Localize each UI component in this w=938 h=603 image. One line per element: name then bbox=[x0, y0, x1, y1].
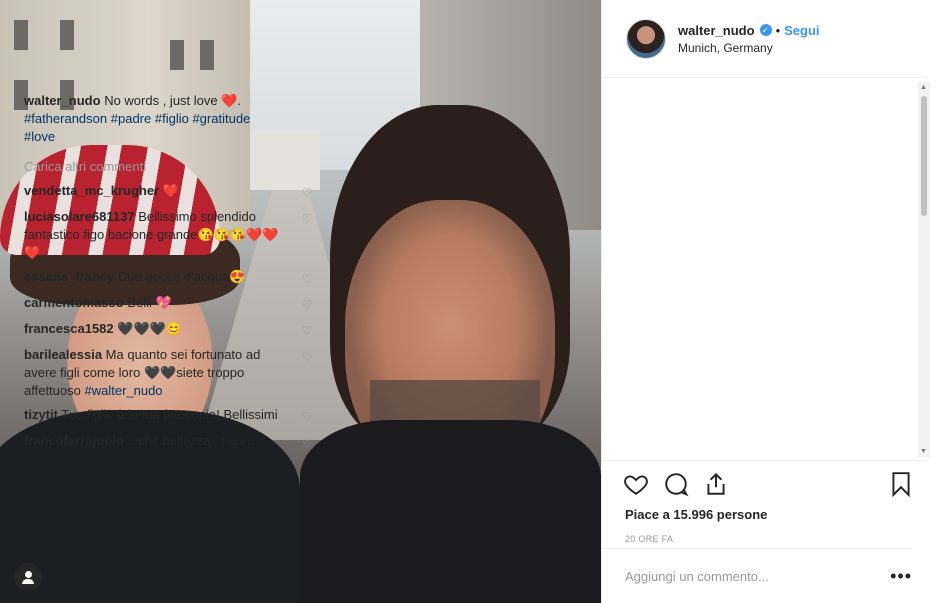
user-tag-icon[interactable] bbox=[14, 563, 42, 591]
load-more-comments-button[interactable]: Carica altri commenti bbox=[24, 158, 314, 176]
heart-icon[interactable] bbox=[623, 471, 649, 497]
comment-username[interactable]: tizytit bbox=[24, 407, 58, 422]
add-comment-bar: Aggiungi un commento... ••• bbox=[601, 548, 912, 603]
share-icon[interactable] bbox=[703, 471, 729, 497]
hashtag-link[interactable]: #gratitude bbox=[192, 111, 250, 126]
heart-outline-icon[interactable]: ♡ bbox=[300, 322, 314, 340]
separator-dot: • bbox=[775, 22, 781, 38]
comment-row: tizytit Tuo figlio è la tua fotocopia! B… bbox=[24, 406, 314, 426]
comment-text: ...che bellezza...padre bbox=[123, 433, 255, 448]
comment-username[interactable]: luciasolare681137 bbox=[24, 209, 135, 224]
comment-username[interactable]: barilealessia bbox=[24, 347, 102, 362]
comment-text: 🖤🖤🖤😊 bbox=[113, 321, 182, 336]
comment-text: ❤️ bbox=[159, 183, 179, 198]
hashtag-link[interactable]: #padre bbox=[111, 111, 151, 126]
likes-count[interactable]: Piace a 15.996 persone bbox=[601, 507, 926, 522]
heart-outline-icon[interactable]: ♡ bbox=[300, 296, 314, 314]
comment-row: francoferrajuolo ...che bellezza...padre… bbox=[24, 432, 314, 452]
user-tag-icon-head bbox=[24, 571, 32, 578]
photo-window bbox=[14, 20, 28, 50]
comment-username[interactable]: vendetta_mc_krugher bbox=[24, 183, 159, 198]
hashtag-link[interactable]: #figlio bbox=[155, 111, 189, 126]
post-caption: walter_nudo No words , just love ❤️. #fa… bbox=[24, 92, 314, 146]
comment-text: Tuo figlio è la tua fotocopia! Bellissim… bbox=[57, 407, 278, 422]
header-text: walter_nudo ✓ • Segui Munich, Germany bbox=[678, 23, 820, 55]
heart-outline-icon[interactable]: ♡ bbox=[300, 270, 314, 288]
photo-window bbox=[60, 20, 74, 50]
heart-outline-icon[interactable]: ♡ bbox=[300, 210, 314, 228]
comment-text: Belli 💖 bbox=[123, 295, 172, 310]
follow-button[interactable]: Segui bbox=[784, 23, 819, 38]
comment-row: essens_francy Due gocce d’acqua😍 ♡ bbox=[24, 268, 314, 288]
avatar[interactable] bbox=[626, 18, 666, 59]
add-comment-input[interactable]: Aggiungi un commento... bbox=[625, 569, 890, 584]
username-link[interactable]: walter_nudo bbox=[678, 23, 755, 38]
caption-username[interactable]: walter_nudo bbox=[24, 93, 101, 108]
caption-text: No words , just love bbox=[100, 93, 222, 108]
comment-text: Due gocce d’acqua😍 bbox=[114, 269, 246, 284]
heart-outline-icon[interactable]: ♡ bbox=[300, 408, 314, 426]
comment-username[interactable]: essens_francy bbox=[24, 269, 114, 284]
comment-bubble-icon[interactable] bbox=[663, 471, 689, 497]
photo-father-scarf bbox=[300, 420, 601, 603]
scroll-up-icon[interactable]: ▲ bbox=[920, 84, 927, 91]
heart-outline-icon[interactable]: ♡ bbox=[300, 348, 314, 366]
comment-row: barilealessia Ma quanto sei fortunato ad… bbox=[24, 346, 314, 400]
header-user-line: walter_nudo ✓ • Segui bbox=[678, 23, 820, 38]
heart-outline-icon[interactable]: ♡ bbox=[300, 184, 314, 202]
location-link[interactable]: Munich, Germany bbox=[678, 41, 820, 55]
photo-window bbox=[200, 40, 214, 70]
heart-outline-icon[interactable]: ♡ bbox=[300, 434, 314, 452]
comment-row: vendetta_mc_krugher ❤️ ♡ bbox=[24, 182, 314, 202]
hashtag-link[interactable]: #love bbox=[24, 129, 55, 144]
comments-scrollbar[interactable]: ▲ ▼ bbox=[918, 82, 930, 457]
comment-row: carmentomasso Belli 💖 ♡ bbox=[24, 294, 314, 314]
action-icons-row bbox=[601, 461, 926, 507]
comment-row: luciasolare681137 Bellissimo splendido f… bbox=[24, 208, 314, 262]
scroll-down-icon[interactable]: ▼ bbox=[920, 448, 927, 455]
scrollbar-thumb[interactable] bbox=[921, 96, 927, 216]
comments-list[interactable]: walter_nudo No words , just love ❤️. #fa… bbox=[24, 92, 314, 459]
post-header: walter_nudo ✓ • Segui Munich, Germany bbox=[602, 0, 926, 78]
post-actions: Piace a 15.996 persone 20 ORE FA bbox=[601, 460, 926, 544]
comment-username[interactable]: carmentomasso bbox=[24, 295, 124, 310]
photo-window bbox=[170, 40, 184, 70]
bookmark-icon[interactable] bbox=[888, 471, 914, 497]
heart-emoji: ❤️ bbox=[221, 93, 238, 108]
post-timestamp[interactable]: 20 ORE FA bbox=[601, 534, 926, 544]
comment-row: francesca1582 🖤🖤🖤😊 ♡ bbox=[24, 320, 314, 340]
verified-badge-icon: ✓ bbox=[759, 24, 772, 36]
comment-username[interactable]: francoferrajuolo bbox=[24, 433, 124, 448]
user-tag-icon-body bbox=[22, 579, 34, 584]
caption-period: . bbox=[237, 93, 242, 108]
more-options-icon[interactable]: ••• bbox=[890, 567, 912, 585]
comment-mention-link[interactable]: #walter_nudo bbox=[84, 383, 162, 398]
hashtag-link[interactable]: #fatherandson bbox=[24, 111, 107, 126]
comment-username[interactable]: francesca1582 bbox=[24, 321, 114, 336]
